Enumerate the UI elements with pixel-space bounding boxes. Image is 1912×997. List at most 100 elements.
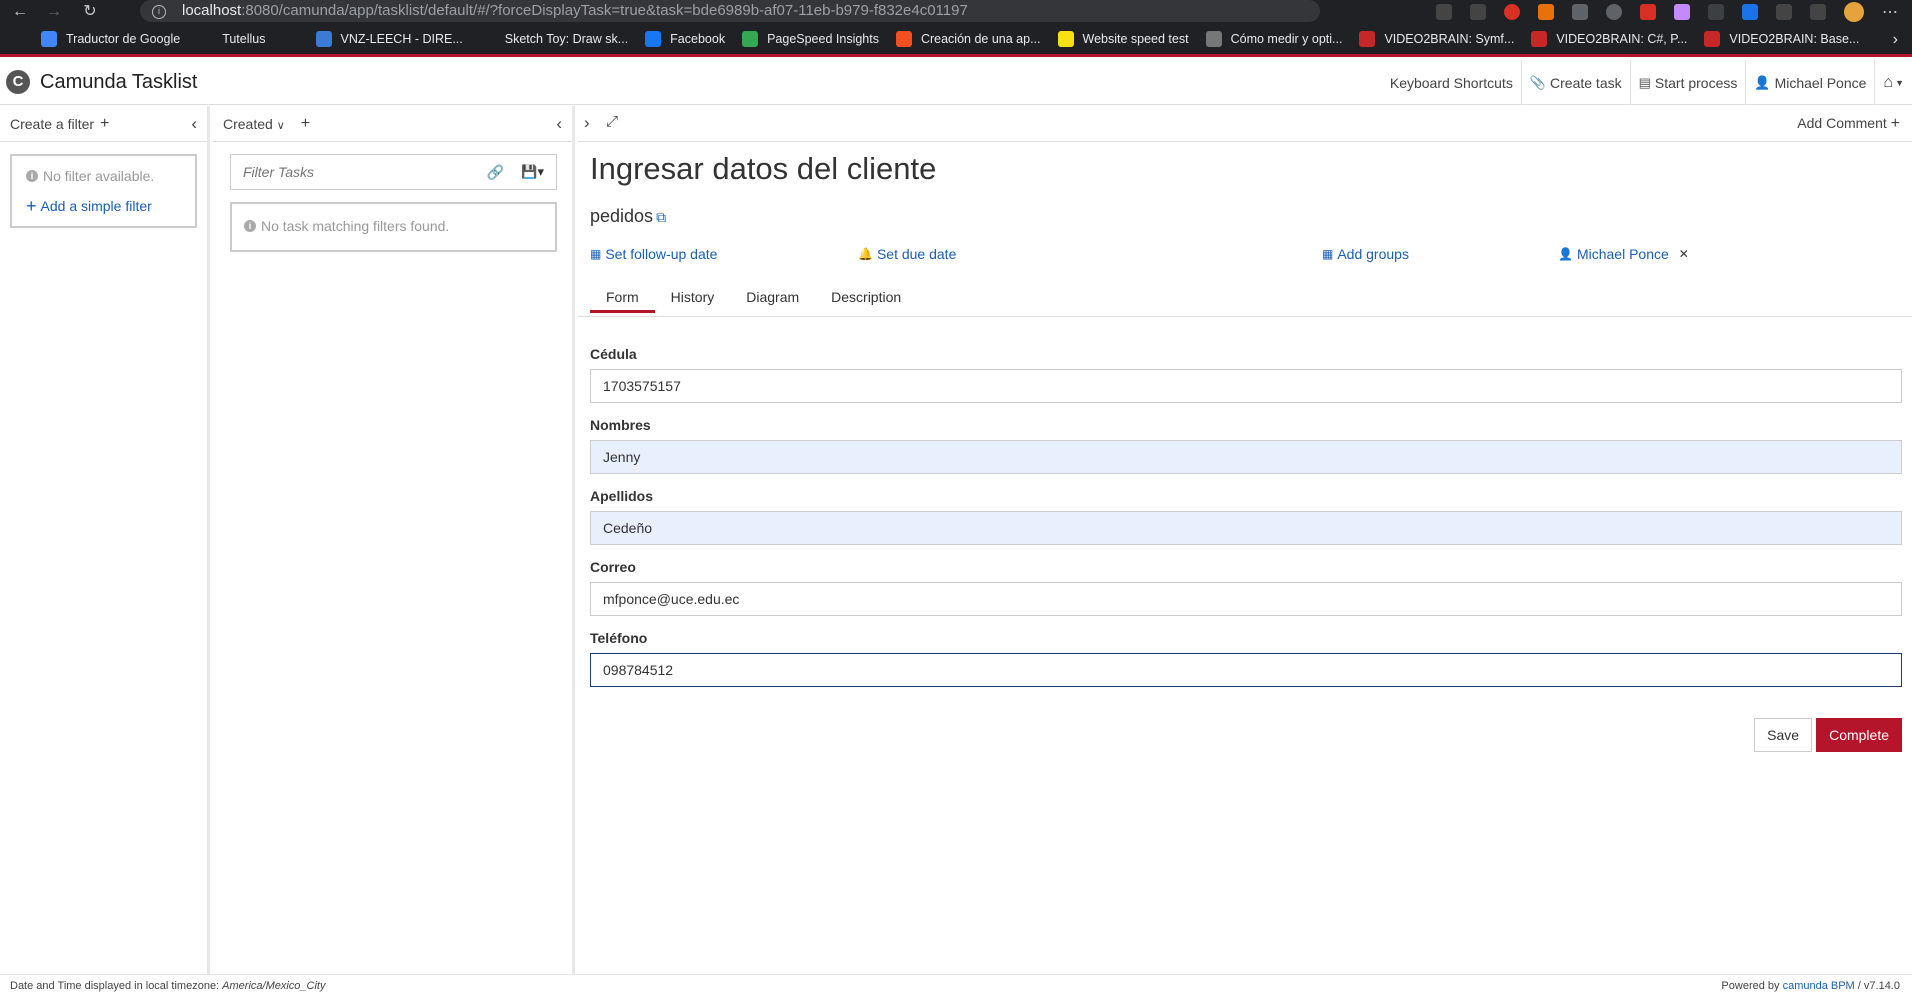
menu-dots-icon[interactable]: ⋯ [1882, 2, 1898, 22]
extension-orange-icon[interactable] [1538, 4, 1554, 20]
external-link-icon[interactable]: ⧉ [656, 209, 666, 225]
bookmark-item[interactable]: Facebook [645, 31, 725, 47]
site-info-icon[interactable]: i [152, 5, 166, 19]
address-bar[interactable]: i localhost:8080/camunda/app/tasklist/def… [140, 0, 1320, 22]
filters-header: Create a filter + ‹ [0, 106, 207, 142]
bookmark-item[interactable]: VIDEO2BRAIN: Symf... [1359, 31, 1514, 47]
link-icon[interactable]: 🔗 [487, 164, 504, 181]
timezone-note: Date and Time displayed in local timezon… [10, 980, 325, 992]
bookmark-label: Creación de una ap... [920, 32, 1041, 46]
add-comment-button[interactable]: Add Comment + [1797, 115, 1900, 133]
camunda-bpm-link[interactable]: camunda BPM [1783, 980, 1855, 992]
create-filter-link[interactable]: Create a filter [10, 116, 94, 132]
bookmark-item[interactable]: Tutellus [197, 31, 266, 47]
apellidos-label: Apellidos [590, 488, 654, 504]
add-sort-plus-icon[interactable]: + [301, 115, 310, 133]
sort-created-dropdown[interactable]: Created ∨ [223, 116, 285, 132]
github-icon [8, 31, 24, 47]
nombres-field[interactable] [590, 440, 1902, 474]
bookmark-item[interactable]: VNZ-LEECH - DIRE... [315, 31, 463, 47]
powered-by: Powered by camunda BPM / v7.14.0 [1721, 980, 1900, 992]
tab-description[interactable]: Description [815, 283, 917, 313]
complete-button[interactable]: Complete [1816, 718, 1902, 752]
filters-panel: Create a filter + ‹ i No filter available… [0, 106, 210, 974]
url-host: localhost [182, 2, 242, 19]
extension-m-icon[interactable] [1742, 4, 1758, 20]
extension-red-icon[interactable] [1504, 4, 1520, 20]
save-filter-icon[interactable]: 💾▾ [521, 164, 544, 180]
favorite-star-icon[interactable] [1470, 4, 1486, 20]
follow-up-label: Set follow-up date [605, 246, 718, 262]
pingdom-icon [1057, 31, 1074, 47]
cedula-group: Cédula [590, 346, 1902, 403]
fullscreen-icon[interactable]: ⤢ [606, 113, 618, 130]
bookmark-label: VIDEO2BRAIN: Base... [1729, 32, 1860, 46]
tab-diagram[interactable]: Diagram [730, 283, 815, 313]
set-due-date-link[interactable]: 🔔 Set due date [858, 246, 956, 262]
bookmark-item[interactable] [8, 31, 24, 47]
bookmarks-overflow-icon[interactable]: › [1893, 31, 1898, 49]
correo-label: Correo [590, 559, 636, 575]
add-simple-filter-link[interactable]: + Add a simple filter [26, 197, 181, 215]
bookmark-item[interactable]: Traductor de Google [41, 31, 180, 47]
telefono-group: Teléfono [590, 630, 1902, 687]
nombres-label: Nombres [590, 417, 651, 433]
save-button[interactable]: Save [1754, 718, 1813, 752]
favorites-icon[interactable] [1776, 4, 1792, 20]
create-task-link[interactable]: 📎 Create task [1520, 60, 1630, 105]
set-follow-up-date-link[interactable]: ▦ Set follow-up date [590, 246, 717, 262]
tab-form[interactable]: Form [590, 283, 655, 313]
extension-purple-icon[interactable] [1674, 4, 1690, 20]
bookmark-item[interactable]: VIDEO2BRAIN: C#, P... [1531, 31, 1687, 47]
vnz-icon [315, 31, 332, 47]
collapse-left-icon[interactable]: ‹ [191, 114, 197, 134]
bookmark-item[interactable]: Sketch Toy: Draw sk... [479, 31, 628, 47]
bookmark-item[interactable]: Website speed test [1057, 31, 1189, 47]
apellidos-field[interactable] [590, 511, 1902, 545]
url-path: :8080/camunda/app/tasklist/default/#/?fo… [241, 2, 968, 19]
plus-icon[interactable]: + [100, 115, 109, 133]
user-name: Michael Ponce [1774, 74, 1867, 91]
home-menu[interactable]: ⌂ ▼ [1874, 60, 1912, 105]
nombres-group: Nombres [590, 417, 1902, 474]
assignee-link[interactable]: 👤 Michael Ponce ✕ [1558, 246, 1689, 262]
task-list-panel: Created ∨ + ‹ 🔗 💾▾ i No task matching fil… [213, 106, 575, 974]
collapse-left-icon[interactable]: ‹ [556, 114, 562, 134]
extension-gray-icon[interactable] [1572, 4, 1588, 20]
profile-avatar[interactable] [1844, 2, 1864, 22]
react-devtools-icon[interactable] [1606, 4, 1622, 20]
extension-play-icon[interactable] [1640, 4, 1656, 20]
grid-icon: ▦ [1322, 247, 1334, 261]
apellidos-group: Apellidos [590, 488, 1902, 545]
video2brain-icon [1531, 31, 1548, 47]
bookmark-label: Traductor de Google [66, 32, 181, 46]
bookmark-item[interactable]: Creación de una ap... [895, 31, 1041, 47]
forward-icon[interactable]: → [44, 2, 64, 22]
bookmark-item[interactable]: Cómo medir y opti... [1205, 31, 1342, 47]
brand[interactable]: C Camunda Tasklist [6, 70, 197, 94]
add-groups-link[interactable]: ▦ Add groups [1322, 246, 1409, 262]
user-menu[interactable]: 👤 Michael Ponce [1745, 60, 1874, 105]
reload-icon[interactable]: ↻ [80, 2, 100, 22]
filter-tasks-input[interactable] [231, 155, 481, 189]
create-task-label: Create task [1550, 74, 1622, 91]
sort-label: Created [223, 115, 273, 132]
back-icon[interactable]: ← [10, 2, 30, 22]
bookmark-item[interactable] [282, 31, 299, 47]
bookmark-item[interactable]: VIDEO2BRAIN: Base... [1704, 31, 1859, 47]
keyboard-shortcuts-link[interactable]: Keyboard Shortcuts [1382, 60, 1521, 105]
correo-field[interactable] [590, 582, 1902, 616]
facebook-icon [645, 31, 662, 47]
remove-assignee-icon[interactable]: ✕ [1679, 247, 1689, 261]
collections-icon[interactable] [1810, 4, 1826, 20]
cedula-field[interactable] [590, 369, 1902, 403]
tab-history[interactable]: History [655, 283, 731, 313]
start-process-link[interactable]: ▤ Start process [1629, 60, 1746, 105]
extension-dark-icon[interactable] [1708, 4, 1724, 20]
bookmark-label: Tutellus [222, 32, 266, 46]
correo-group: Correo [590, 559, 1902, 616]
expand-right-icon[interactable]: › [584, 113, 590, 133]
bookmark-item[interactable]: PageSpeed Insights [742, 31, 879, 47]
telefono-field[interactable] [590, 653, 1902, 687]
translate-page-icon[interactable] [1436, 4, 1452, 20]
